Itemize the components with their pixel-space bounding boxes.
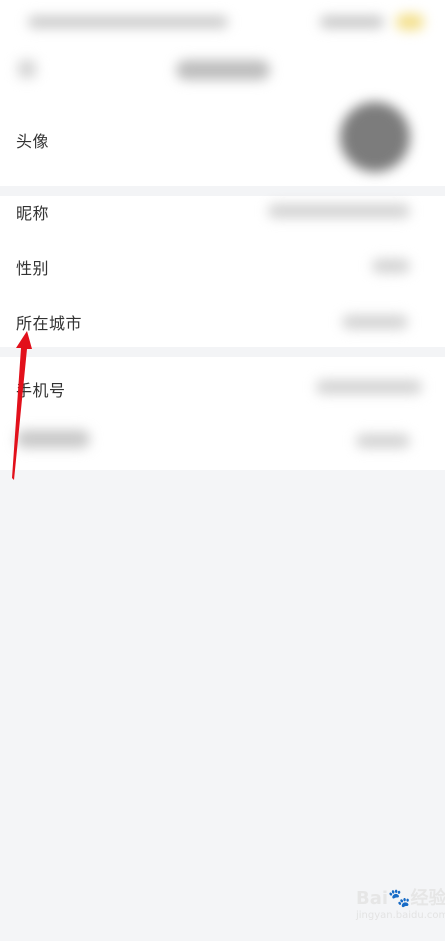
baidu-watermark: Bai🐾经验 jingyan.baidu.com [356,884,445,932]
watermark-suffix: 经验 [410,888,445,909]
watermark-brand: Bai [356,888,389,909]
baidu-paw-icon: 🐾 [388,888,411,909]
annotation-arrow [12,331,32,480]
watermark-url: jingyan.baidu.com [356,910,445,921]
arrow-shape [12,331,32,480]
